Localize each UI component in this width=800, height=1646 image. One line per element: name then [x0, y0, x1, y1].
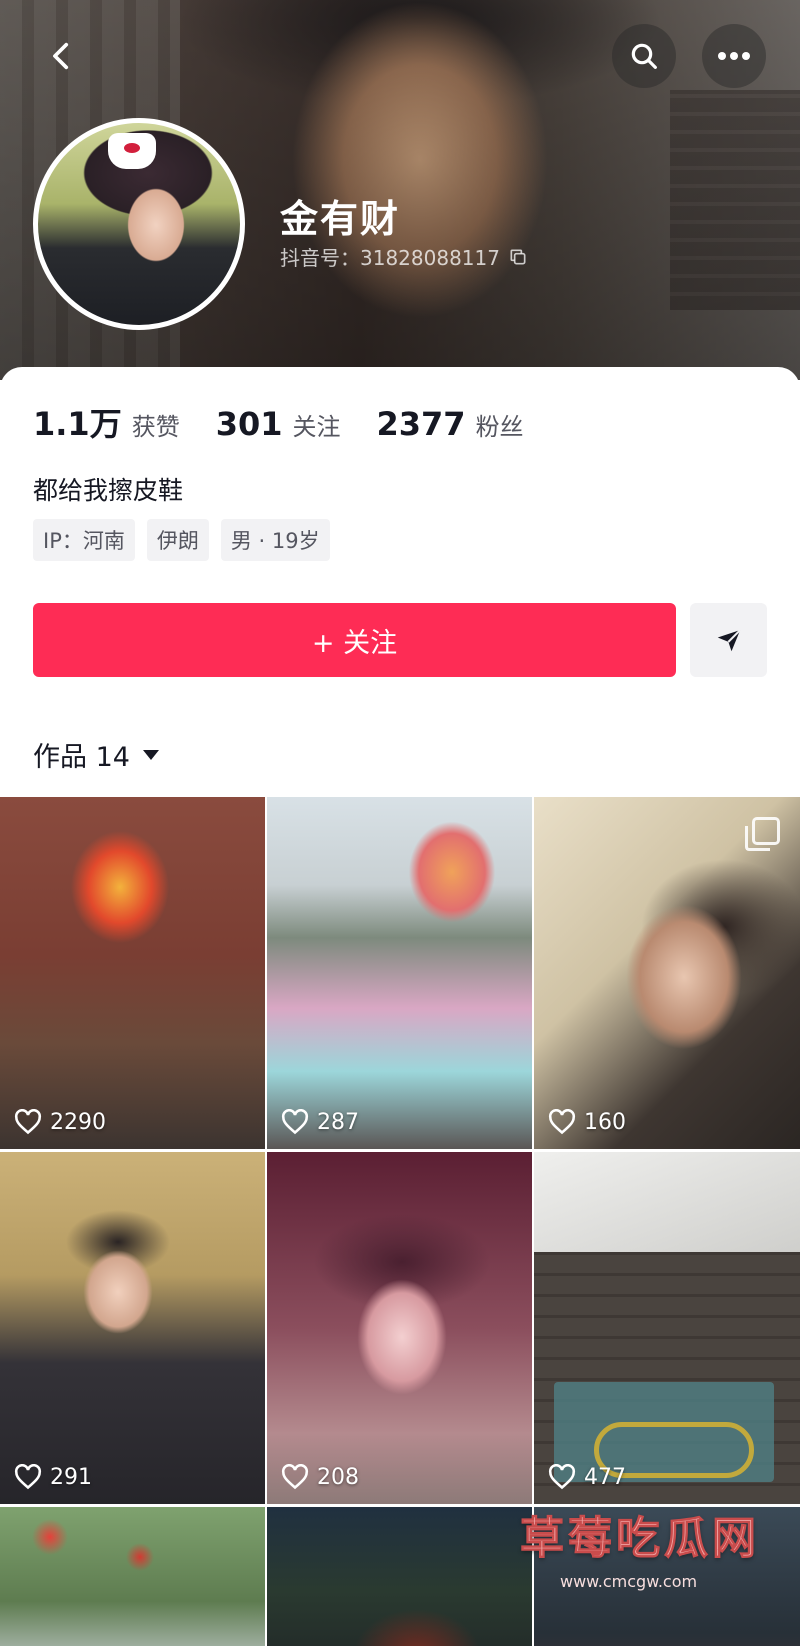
video-likes-count: 160	[584, 1109, 626, 1135]
stat-likes-label: 获赞	[131, 413, 180, 441]
works-tab-label: 作品 14	[33, 742, 130, 773]
heart-icon	[548, 1109, 576, 1135]
stat-likes[interactable]: 1.1万 获赞	[33, 399, 180, 445]
video-tile[interactable]	[0, 1507, 265, 1646]
bio: 都给我擦皮鞋	[33, 476, 184, 505]
stats-row: 1.1万 获赞 301 关注 2377 粉丝	[33, 399, 524, 445]
avatar[interactable]	[33, 118, 245, 330]
more-button[interactable]	[702, 24, 766, 88]
video-likes-count: 2290	[50, 1109, 106, 1135]
stat-following[interactable]: 301 关注	[216, 405, 341, 443]
tag-list: IP：河南 伊朗 男 · 19岁	[33, 519, 330, 561]
back-icon	[53, 42, 69, 70]
stat-following-label: 关注	[292, 413, 341, 441]
video-likes: 160	[548, 1109, 626, 1135]
douyin-id[interactable]: 抖音号：31828088117	[280, 242, 528, 271]
heart-icon	[14, 1464, 42, 1490]
tag-region: 伊朗	[146, 519, 209, 561]
username: 金有财	[280, 197, 401, 241]
avatar-sticker	[108, 133, 156, 169]
stat-followers[interactable]: 2377 粉丝	[377, 405, 524, 443]
douyin-id-text: 抖音号：31828088117	[280, 246, 500, 270]
stat-likes-value: 1.1万	[33, 405, 122, 443]
tag-ip: IP：河南	[33, 519, 135, 561]
video-tile[interactable]	[267, 1507, 532, 1646]
video-tile[interactable]: 291	[0, 1152, 265, 1504]
video-tile[interactable]: 160	[534, 797, 800, 1149]
stat-followers-label: 粉丝	[475, 413, 524, 441]
video-tile[interactable]: 477	[534, 1152, 800, 1504]
video-thumbnail-ceiling	[534, 1152, 800, 1252]
heart-icon	[281, 1464, 309, 1490]
heart-icon	[281, 1109, 309, 1135]
video-tile[interactable]: 2290	[0, 797, 265, 1149]
copy-icon[interactable]	[508, 247, 528, 267]
video-likes: 287	[281, 1109, 359, 1135]
share-button[interactable]	[690, 603, 767, 677]
video-likes-count: 291	[50, 1464, 92, 1490]
video-likes-count: 477	[584, 1464, 626, 1490]
tag-gender-age: 男 · 19岁	[220, 519, 330, 561]
video-likes-count: 287	[317, 1109, 359, 1135]
heart-icon	[14, 1109, 42, 1135]
share-icon	[717, 629, 741, 652]
video-tile[interactable]: 287	[267, 797, 532, 1149]
works-tab[interactable]: 作品 14	[33, 735, 160, 774]
video-likes: 291	[14, 1464, 92, 1490]
video-likes: 2290	[14, 1109, 106, 1135]
search-button[interactable]	[612, 24, 676, 88]
watermark-title: 草莓吃瓜网	[520, 1513, 760, 1565]
profile-cover: 金有财 抖音号：31828088117	[0, 0, 800, 380]
heart-icon	[548, 1464, 576, 1490]
multi-image-icon	[745, 817, 780, 851]
stat-followers-value: 2377	[376, 405, 466, 443]
video-likes-count: 208	[317, 1464, 359, 1490]
dropdown-icon	[142, 749, 159, 760]
search-icon	[631, 43, 657, 69]
video-likes: 208	[281, 1464, 359, 1490]
watermark: 草莓吃瓜网 www.cmcgw.com	[520, 1502, 800, 1646]
stat-following-value: 301	[215, 405, 283, 443]
video-tile[interactable]: 208	[267, 1152, 532, 1504]
follow-button[interactable]: + 关注	[33, 603, 676, 677]
more-icon	[718, 52, 750, 60]
back-button[interactable]	[30, 24, 94, 88]
watermark-url: www.cmcgw.com	[560, 1572, 698, 1591]
video-likes: 477	[548, 1464, 626, 1490]
